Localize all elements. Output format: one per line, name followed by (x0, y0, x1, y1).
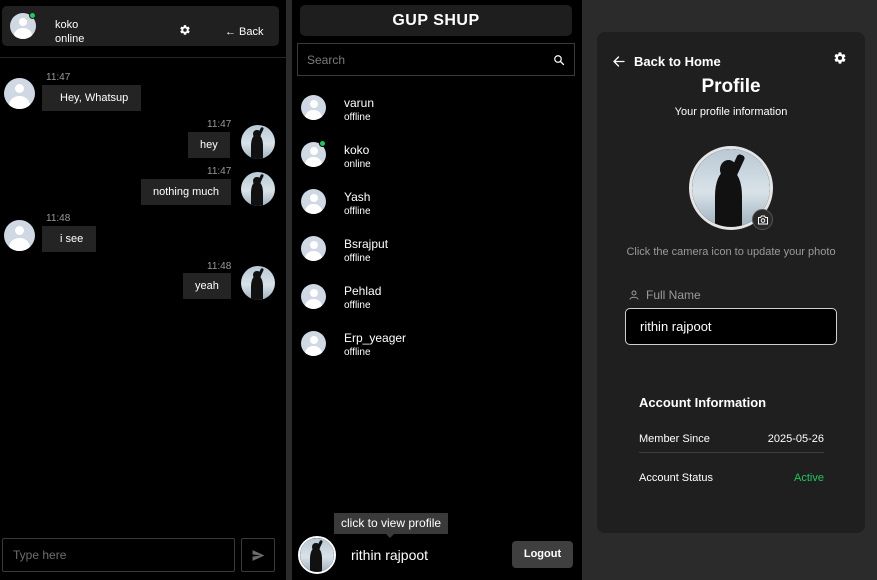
camera-icon (757, 215, 768, 224)
contact-item[interactable]: Erp_yeager offline (292, 325, 582, 369)
contact-status: offline (344, 206, 371, 217)
account-divider (639, 452, 824, 453)
message-bubble: nothing much (141, 179, 232, 205)
camera-button[interactable] (752, 209, 773, 230)
header-divider (0, 57, 286, 58)
message-input[interactable] (3, 539, 234, 571)
contact-item[interactable]: koko online (292, 137, 582, 181)
online-indicator (29, 12, 36, 19)
account-status-badge: Active (794, 472, 824, 484)
contact-status: offline (344, 253, 371, 264)
message-time: 11:48 (46, 213, 71, 224)
sender-avatar (4, 220, 35, 251)
contact-name: Bsrajput (344, 237, 389, 251)
profile-card: Back to Home Profile Your profile inform… (597, 32, 865, 533)
current-user-photo (300, 538, 334, 572)
message-time: 11:47 (46, 72, 71, 83)
contact-name: Yash (344, 190, 371, 204)
contacts-panel: GUP SHUP varun offline koko online Yash … (292, 0, 582, 580)
message-bubble: yeah (183, 273, 231, 299)
chat-panel: koko online ← Back 11:47 Hey, Whatsup 11… (0, 0, 286, 580)
current-user-name[interactable]: rithin rajpoot (351, 547, 428, 563)
search-wrapper (297, 43, 575, 76)
contact-avatar (301, 189, 326, 214)
search-icon[interactable] (553, 54, 565, 66)
user-avatar (241, 266, 275, 300)
contact-name: Erp_yeager (344, 331, 407, 345)
contact-status: online (344, 159, 371, 170)
message-time: 11:47 (207, 166, 232, 177)
message-input-wrapper (2, 538, 235, 572)
contact-avatar (301, 95, 326, 120)
full-name-label: Full Name (646, 288, 701, 302)
message-bubble: Hey, Whatsup (42, 85, 142, 111)
photo-hint: Click the camera icon to update your pho… (626, 246, 836, 258)
online-indicator (319, 140, 326, 147)
profile-title: Profile (701, 76, 761, 97)
send-icon (252, 549, 264, 561)
chat-contact-status: online (55, 33, 85, 45)
sender-avatar (4, 78, 35, 109)
message-bubble: hey (188, 132, 230, 158)
account-status-label: Account Status (639, 472, 713, 484)
profile-subtitle: Your profile information (674, 106, 788, 118)
gear-icon[interactable] (833, 51, 847, 65)
contact-status: offline (344, 347, 371, 358)
message-time: 11:48 (207, 261, 232, 272)
message-time: 11:47 (207, 119, 232, 130)
message-bubble: i see (42, 226, 97, 252)
chat-header: koko online ← Back (2, 6, 279, 46)
arrow-left-icon[interactable] (613, 56, 625, 67)
user-avatar (241, 172, 275, 206)
current-user-avatar[interactable] (298, 536, 336, 574)
contact-item[interactable]: varun offline (292, 90, 582, 134)
contact-avatar (301, 331, 326, 356)
contact-status: offline (344, 300, 371, 311)
contact-status: offline (344, 112, 371, 123)
logout-button[interactable]: Logout (512, 541, 573, 568)
full-name-field[interactable] (625, 308, 837, 345)
tooltip-arrow (386, 534, 394, 538)
contact-item[interactable]: Pehlad offline (292, 278, 582, 322)
user-avatar (241, 125, 275, 159)
contact-avatar (301, 236, 326, 261)
profile-tooltip: click to view profile (334, 513, 449, 534)
contact-name: koko (344, 143, 370, 157)
back-button[interactable]: ← Back (225, 26, 264, 38)
account-info-title: Account Information (639, 395, 767, 410)
contact-name: varun (344, 96, 375, 110)
contact-item[interactable]: Yash offline (292, 184, 582, 228)
contact-avatar (301, 284, 326, 309)
gear-icon[interactable] (179, 24, 191, 36)
send-button[interactable] (241, 538, 275, 572)
member-since-value: 2025-05-26 (767, 433, 824, 445)
contact-item[interactable]: Bsrajput offline (292, 231, 582, 275)
member-since-label: Member Since (639, 433, 710, 445)
app-title: GUP SHUP (300, 5, 572, 36)
search-input[interactable] (298, 44, 538, 75)
app-root: koko online ← Back 11:47 Hey, Whatsup 11… (0, 0, 877, 580)
user-icon (629, 290, 639, 300)
back-to-home-link[interactable]: Back to Home (634, 54, 721, 69)
chat-contact-name: koko (55, 19, 79, 31)
contact-name: Pehlad (344, 284, 382, 298)
